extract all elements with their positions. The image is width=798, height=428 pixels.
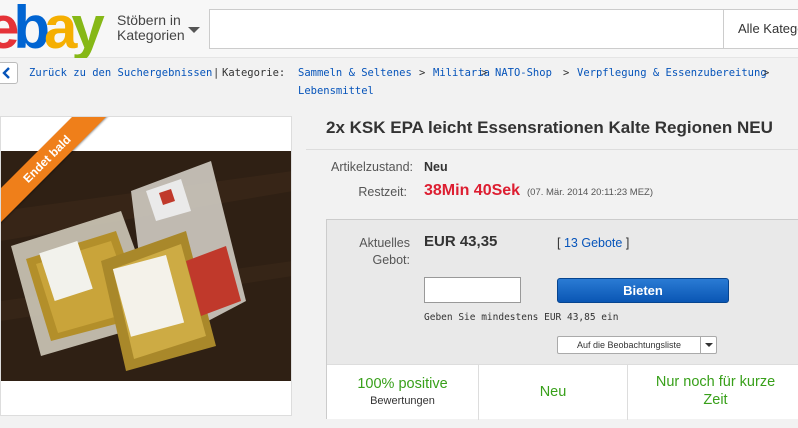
search-bar: Alle Katego [209,9,798,49]
feedback-value: 100% positive [357,376,448,392]
end-date: (07. Mär. 2014 20:11:23 MEZ) [527,187,654,198]
urgency-line1: Nur noch für kurze [655,374,776,390]
item-title: 2x KSK EPA leicht Essensrationen Kalte R… [326,118,773,137]
current-bid-label: Aktuelles Gebot: [359,236,410,267]
chevron-left-icon [2,67,10,79]
image-panel: Endet bald [0,116,292,416]
breadcrumb-item[interactable]: Verpflegung & Essenzubereitung [577,67,767,79]
category-label: Kategorie: [222,67,286,79]
current-price: EUR 43,35 [424,233,498,250]
breadcrumb-separator: | [213,67,220,79]
bid-amount-input[interactable] [424,277,521,303]
time-left-value: 38Min 40Sek [424,182,521,199]
chevron-down-icon[interactable] [700,337,716,353]
breadcrumb-arrow: > [563,67,570,79]
search-input[interactable] [210,10,722,48]
condition-label: Artikelzustand: [331,160,413,174]
product-image-illustration [1,151,291,381]
site-header: ebay Stöbern in Kategorien Alle Katego [0,0,798,58]
bid-button[interactable]: Bieten [557,278,729,303]
bid-history-link[interactable]: 13 Gebote [564,236,622,250]
browse-label-line2: Kategorien [117,27,185,43]
feedback-label: Bewertungen [370,395,435,407]
breadcrumb-item[interactable]: NATO-Shop [495,67,552,79]
breadcrumb-item[interactable]: Sammeln & Seltenes [298,67,412,79]
condition-value: Neu [424,160,448,174]
back-button[interactable] [0,62,18,84]
back-to-results-link[interactable]: Zurück zu den Suchergebnissen [29,67,212,79]
time-left-label: Restzeit: [358,185,407,199]
browse-label-line1: Stöbern in [117,12,181,28]
condition-badge: Neu [539,384,567,400]
bid-count: [ 13 Gebote ] [557,236,630,250]
watchlist-control: Auf die Beobachtungsliste [557,336,717,354]
breadcrumb-arrow: > [481,67,488,79]
breadcrumb-arrow: > [763,67,770,79]
breadcrumb-arrow: > [419,67,426,79]
breadcrumb-item[interactable]: Lebensmittel [298,85,374,97]
item-condition: Neu [479,365,628,420]
product-photo[interactable] [1,151,291,381]
browse-categories-button[interactable]: Stöbern in Kategorien [117,12,200,43]
min-bid-hint: Geben Sie mindestens EUR 43,85 ein [424,312,619,323]
chevron-down-icon [188,27,200,33]
info-strip: 100% positive Bewertungen Neu Nur noch f… [327,364,798,420]
add-to-watchlist-button[interactable]: Auf die Beobachtungsliste [558,337,700,353]
urgency-notice: Nur noch für kurze Zeit [628,365,798,420]
divider [306,149,798,150]
ebay-logo[interactable]: ebay [0,0,108,58]
urgency-line2: Zeit [703,392,728,408]
category-select[interactable]: Alle Katego [723,10,798,48]
seller-feedback[interactable]: 100% positive Bewertungen [327,365,479,420]
